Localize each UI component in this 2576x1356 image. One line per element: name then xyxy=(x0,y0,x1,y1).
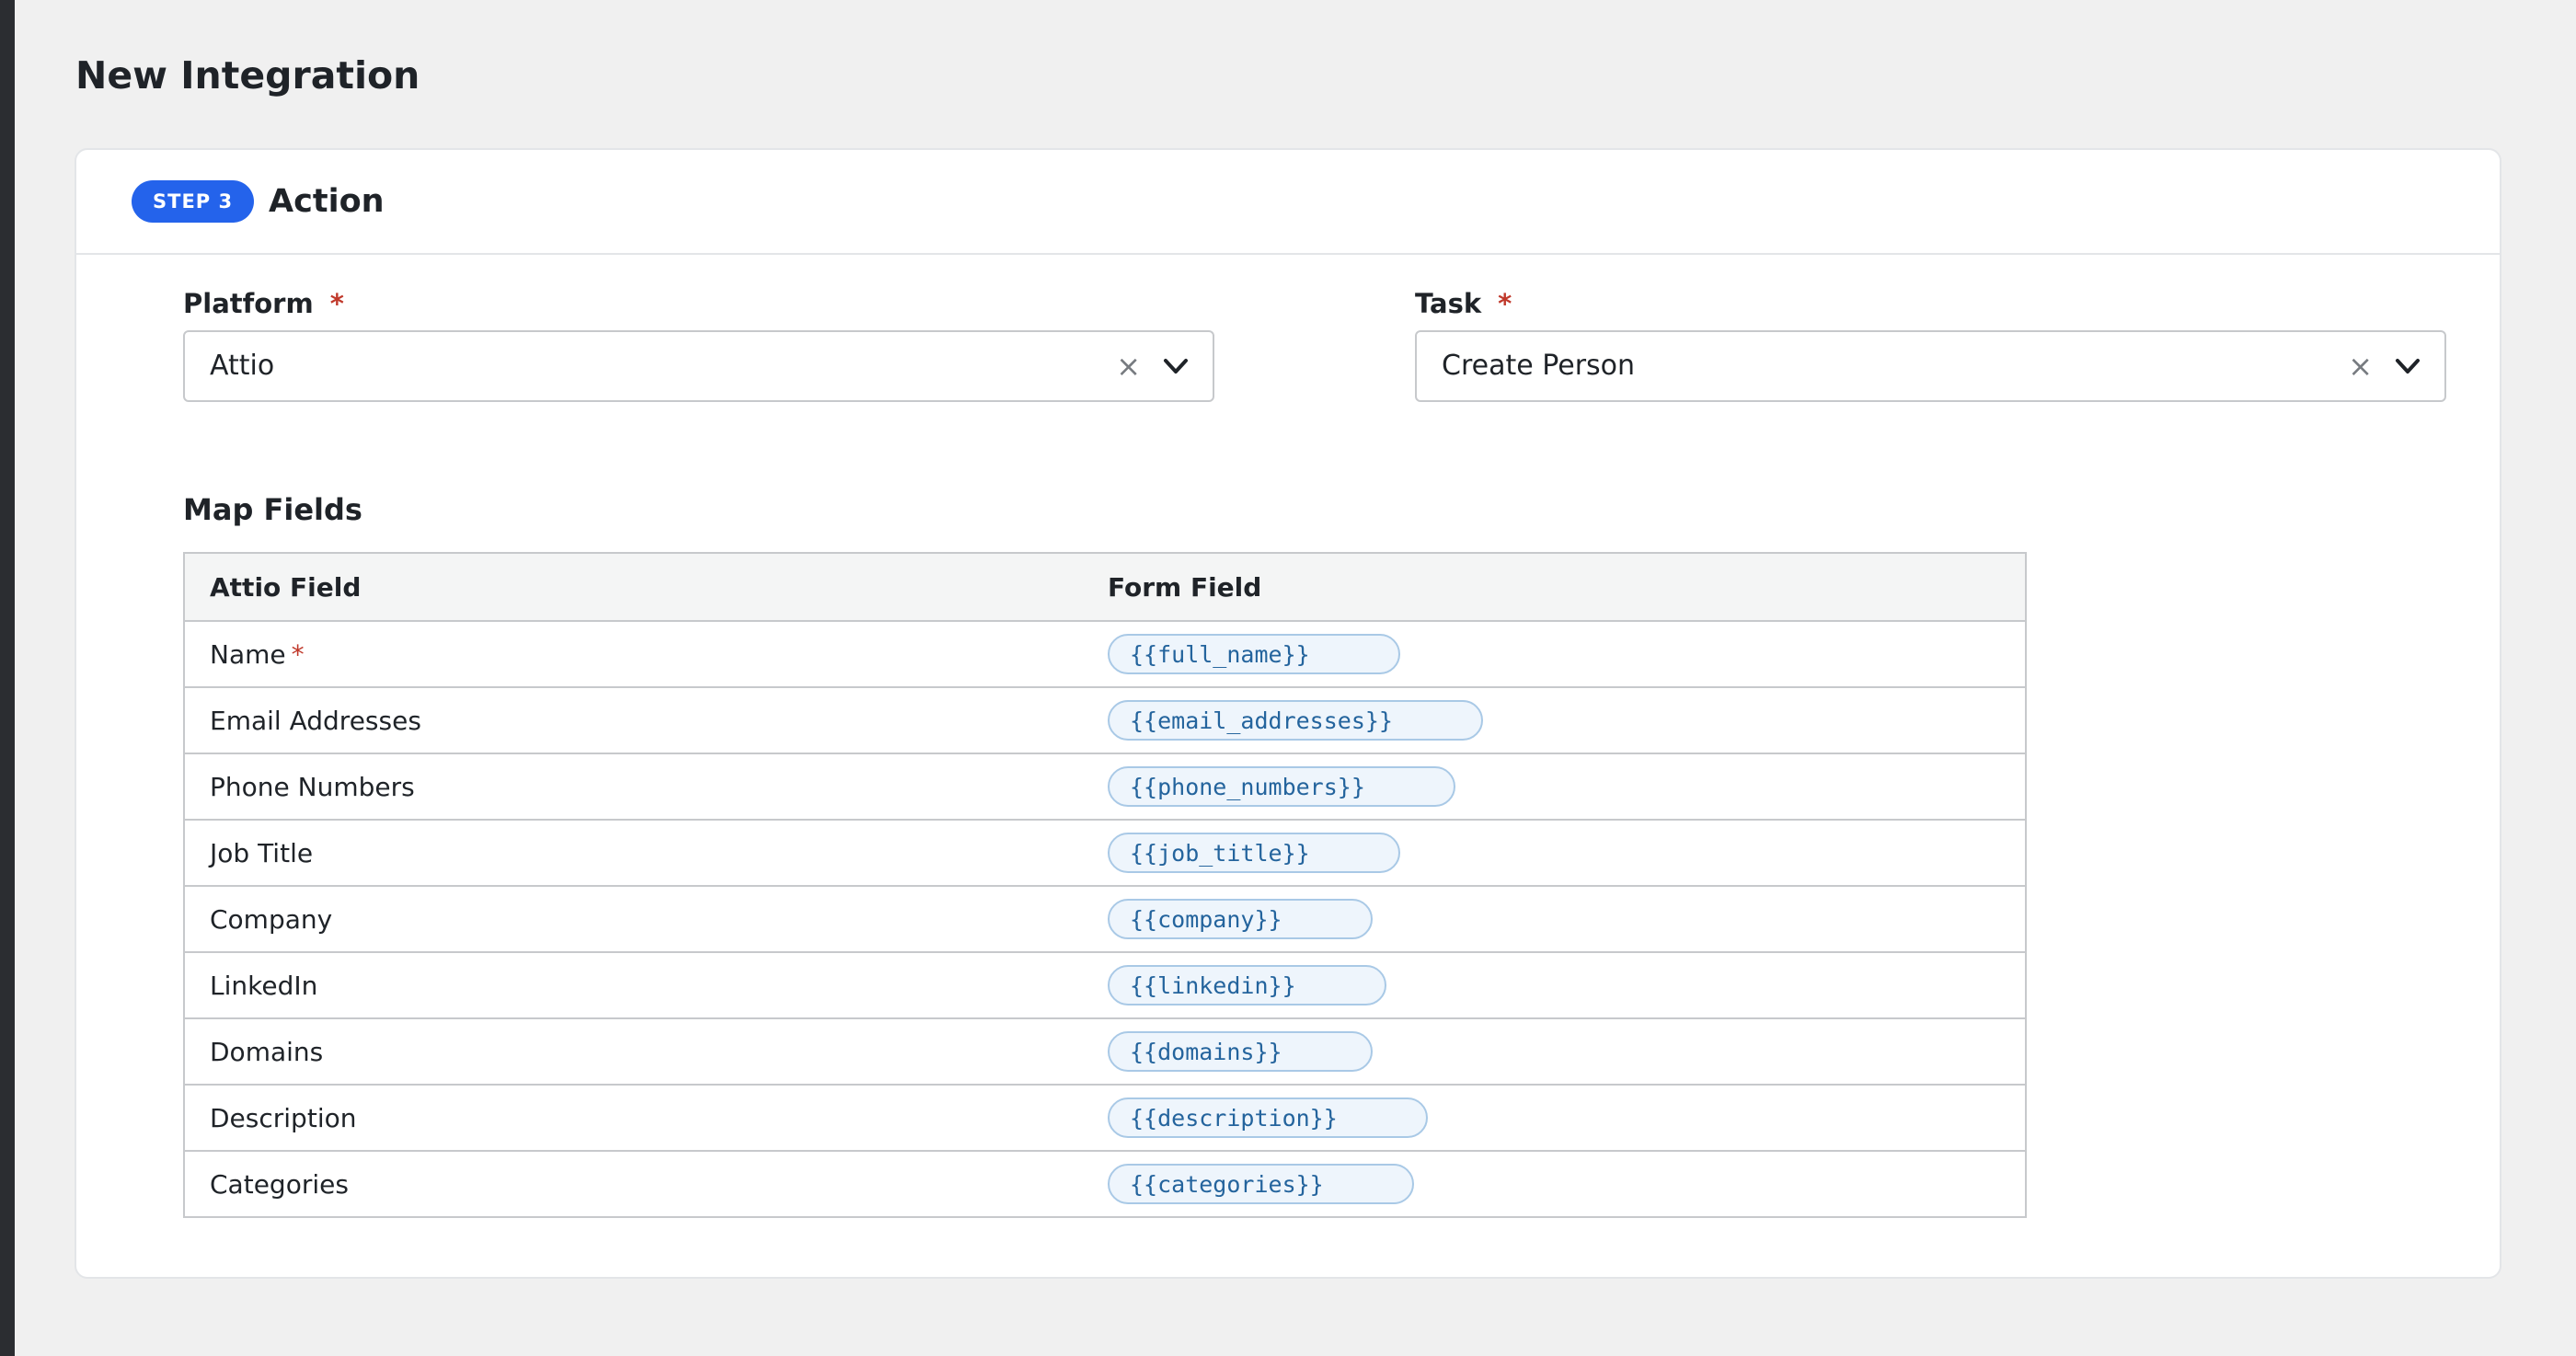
table-row: Phone Numbers {{phone_numbers}} xyxy=(185,753,2025,819)
attio-field-label: Name xyxy=(210,638,286,670)
table-row: Domains {{domains}} xyxy=(185,1017,2025,1084)
required-star: * xyxy=(1498,288,1512,319)
table-row: Name * {{full_name}} xyxy=(185,620,2025,686)
task-select[interactable]: Create Person × xyxy=(1415,330,2446,402)
task-label: Task * xyxy=(1415,287,1512,320)
platform-label-text: Platform xyxy=(183,288,314,319)
attio-field-name: Name * xyxy=(185,639,1108,670)
form-field-cell: {{company}} xyxy=(1108,899,2025,939)
form-field-token[interactable]: {{job_title}} xyxy=(1108,833,1400,873)
attio-field-label: Description xyxy=(210,1102,357,1133)
map-fields-table: Attio Field Form Field Name * {{full_name… xyxy=(183,552,2027,1218)
attio-field-label: Categories xyxy=(210,1168,349,1200)
form-field-cell: {{description}} xyxy=(1108,1097,2025,1138)
table-row: Categories {{categories}} xyxy=(185,1150,2025,1216)
column-header-form-field: Form Field xyxy=(1108,571,1262,603)
form-field-cell: {{phone_numbers}} xyxy=(1108,766,2025,807)
form-field-cell: {{categories}} xyxy=(1108,1164,2025,1204)
form-field-token[interactable]: {{full_name}} xyxy=(1108,634,1400,674)
close-icon[interactable]: × xyxy=(1116,332,1141,400)
form-field-token[interactable]: {{domains}} xyxy=(1108,1031,1373,1072)
table-header-row: Attio Field Form Field xyxy=(185,554,2025,620)
column-header-attio-field: Attio Field xyxy=(210,571,362,603)
table-row: Company {{company}} xyxy=(185,885,2025,951)
table-row: Description {{description}} xyxy=(185,1084,2025,1150)
form-field-token[interactable]: {{description}} xyxy=(1108,1097,1428,1138)
required-star: * xyxy=(291,638,305,670)
form-field-cell: {{email_addresses}} xyxy=(1108,700,2025,741)
left-rail xyxy=(0,0,15,1356)
form-field-token[interactable]: {{linkedin}} xyxy=(1108,965,1386,1006)
form-field-cell: {{full_name}} xyxy=(1108,634,2025,674)
attio-field-label: Company xyxy=(210,903,333,935)
close-icon[interactable]: × xyxy=(2348,332,2373,400)
task-label-text: Task xyxy=(1415,288,1482,319)
form-field-token[interactable]: {{email_addresses}} xyxy=(1108,700,1483,741)
map-fields-title: Map Fields xyxy=(183,492,362,527)
attio-field-label: Phone Numbers xyxy=(210,771,415,802)
platform-select[interactable]: Attio × xyxy=(183,330,1214,402)
form-field-token[interactable]: {{phone_numbers}} xyxy=(1108,766,1455,807)
form-field-cell: {{domains}} xyxy=(1108,1031,2025,1072)
form-field-token[interactable]: {{categories}} xyxy=(1108,1164,1414,1204)
attio-field-label: Email Addresses xyxy=(210,705,421,736)
task-select-value: Create Person xyxy=(1442,350,1636,382)
step-title: Action xyxy=(269,183,385,220)
table-row: Job Title {{job_title}} xyxy=(185,819,2025,885)
chevron-down-icon[interactable] xyxy=(2395,357,2421,375)
platform-label: Platform * xyxy=(183,287,344,320)
table-row: LinkedIn {{linkedin}} xyxy=(185,951,2025,1017)
step-card-header: STEP 3 Action xyxy=(76,150,2500,255)
attio-field-label: Domains xyxy=(210,1036,324,1067)
platform-select-value: Attio xyxy=(210,350,275,382)
form-field-cell: {{linkedin}} xyxy=(1108,965,2025,1006)
required-star: * xyxy=(329,288,344,319)
attio-field-label: LinkedIn xyxy=(210,970,318,1001)
form-field-cell: {{job_title}} xyxy=(1108,833,2025,873)
chevron-down-icon[interactable] xyxy=(1163,357,1189,375)
form-field-token[interactable]: {{company}} xyxy=(1108,899,1373,939)
page-title: New Integration xyxy=(75,53,420,98)
table-row: Email Addresses {{email_addresses}} xyxy=(185,686,2025,753)
step-badge: STEP 3 xyxy=(132,180,255,223)
attio-field-label: Job Title xyxy=(210,837,314,868)
